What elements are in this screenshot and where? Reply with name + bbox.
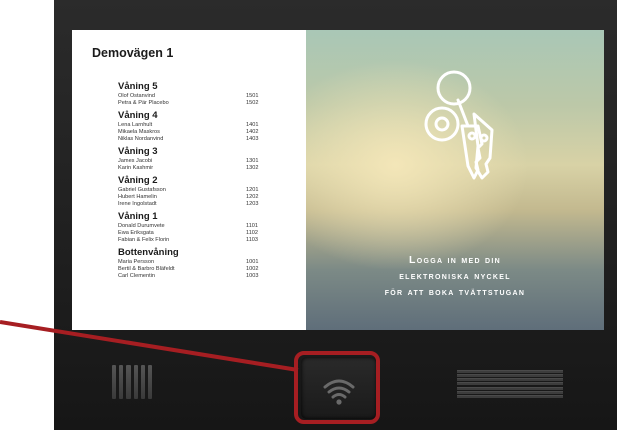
pointer-line — [0, 320, 299, 372]
